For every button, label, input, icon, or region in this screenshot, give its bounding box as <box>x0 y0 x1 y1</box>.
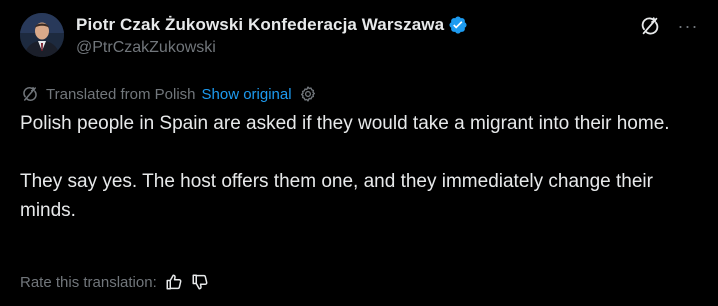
tweet-text: Polish people in Spain are asked if they… <box>20 109 698 225</box>
post-card: Piotr Czak Żukowski Konfederacja Warszaw… <box>0 0 718 306</box>
translation-notice: Translated from Polish Show original <box>20 83 318 105</box>
header-actions: ··· <box>638 14 700 38</box>
more-options-icon[interactable]: ··· <box>676 14 700 38</box>
avatar[interactable] <box>20 13 64 57</box>
thumbs-up-icon[interactable] <box>165 273 183 291</box>
rate-translation-label: Rate this translation: <box>20 273 157 291</box>
verified-badge-icon[interactable] <box>448 15 468 35</box>
translate-off-icon[interactable] <box>638 14 662 38</box>
thumbs-down-icon[interactable] <box>191 273 209 291</box>
author-name-row: Piotr Czak Żukowski Konfederacja Warszaw… <box>76 13 468 37</box>
translated-from-label: Translated from Polish <box>46 85 196 103</box>
show-original-link[interactable]: Show original <box>202 86 292 103</box>
author-display-name[interactable]: Piotr Czak Żukowski Konfederacja Warszaw… <box>76 15 444 35</box>
avatar-image <box>20 13 64 57</box>
tweet-paragraph: They say yes. The host offers them one, … <box>20 171 653 221</box>
translate-icon <box>20 84 40 104</box>
tweet-paragraph: Polish people in Spain are asked if they… <box>20 113 670 134</box>
rate-translation: Rate this translation: <box>20 270 209 294</box>
author-handle[interactable]: @PtrCzakZukowski <box>76 39 216 57</box>
gear-icon[interactable] <box>298 84 318 104</box>
